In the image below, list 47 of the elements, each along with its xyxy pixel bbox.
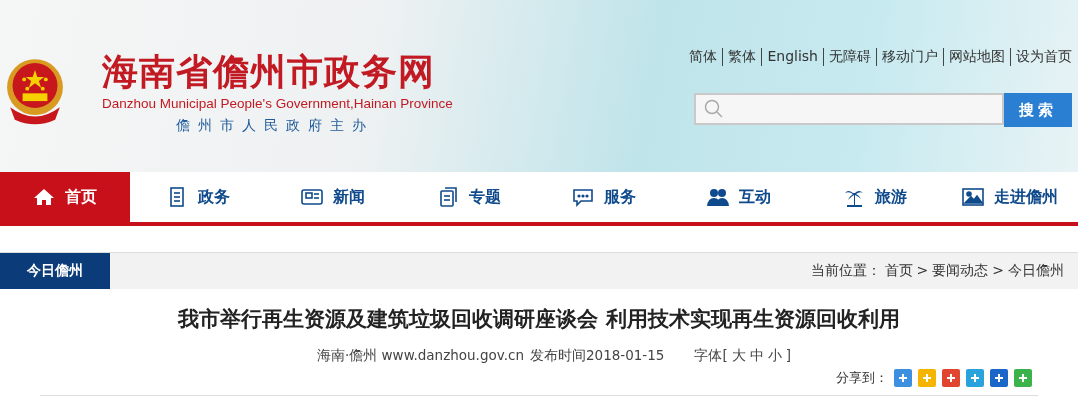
site-title: 海南省儋州市政务网	[102, 49, 436, 94]
breadcrumb-link[interactable]: 首页	[884, 262, 913, 280]
nav-icon	[571, 187, 594, 207]
top-link[interactable]: 设为首页	[1010, 48, 1072, 66]
share-icon[interactable]	[1014, 369, 1032, 387]
nav-icon	[33, 187, 55, 207]
nav-tab[interactable]: 旅游	[807, 172, 943, 222]
breadcrumb-separator: >	[916, 262, 929, 280]
section-label: 今日儋州	[0, 253, 110, 289]
search-icon	[704, 99, 724, 119]
nav-icon	[301, 187, 324, 207]
nav-tab[interactable]: 政务	[130, 172, 266, 222]
article-title: 我市举行再生资源及建筑垃圾回收调研座谈会 利用技术实现再生资源回收利用	[178, 306, 900, 333]
top-link[interactable]: English	[761, 48, 818, 66]
font-size-link[interactable]: 小	[767, 347, 782, 365]
nav-tab[interactable]: 新闻	[265, 172, 401, 222]
breadcrumb-link[interactable]: 今日儋州	[1008, 262, 1064, 280]
top-link[interactable]: 简体	[689, 48, 718, 66]
sponsor-text: 儋州市人民政府主办	[176, 117, 375, 135]
breadcrumb-separator: >	[992, 262, 1004, 280]
share-icon[interactable]	[990, 369, 1008, 387]
nav-tab[interactable]: 专题	[400, 172, 537, 222]
top-link[interactable]: 网站地图	[943, 48, 1005, 66]
nav-icon	[962, 187, 985, 207]
share-label: 分享到：	[836, 369, 888, 387]
breadcrumb-link[interactable]: 要闻动态	[932, 262, 989, 280]
search-button[interactable]: 搜索	[1004, 93, 1072, 127]
font-size-link[interactable]: 大	[731, 347, 746, 365]
nav-tab[interactable]: 走进儋州	[942, 172, 1078, 222]
search-field[interactable]	[694, 93, 1004, 125]
nav-tab[interactable]: 服务	[536, 172, 672, 222]
share-icon[interactable]	[942, 369, 960, 387]
publish-date: 发布时间2018-01-15	[529, 347, 665, 365]
article-source: 海南·儋州 www.danzhou.gov.cn	[317, 347, 524, 365]
font-size-bracket: ]	[785, 347, 791, 365]
top-link[interactable]: 无障碍	[823, 48, 871, 66]
share-icon[interactable]	[966, 369, 984, 387]
top-link[interactable]: 移动门户	[876, 48, 938, 66]
nav-icon	[707, 187, 730, 207]
top-link[interactable]: 繁体	[722, 48, 757, 66]
font-size-label: 字体[	[694, 347, 728, 365]
site-subtitle: Danzhou Municipal People's Government,Hainan Province	[102, 96, 453, 111]
nav-tab[interactable]: 首页	[0, 172, 130, 222]
font-size-link[interactable]: 中	[749, 347, 764, 365]
nav-tab[interactable]: 互动	[671, 172, 808, 222]
share-icon[interactable]	[894, 369, 912, 387]
location-label: 当前位置：	[810, 262, 881, 280]
